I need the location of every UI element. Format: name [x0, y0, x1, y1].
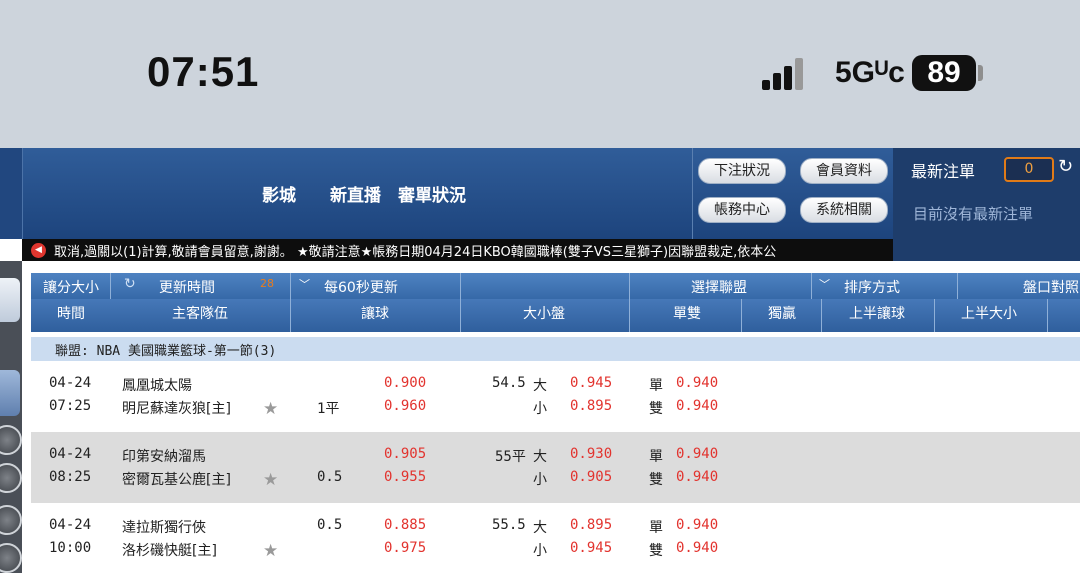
col-moneyline: 獨贏	[768, 306, 796, 322]
over-label: 大	[533, 449, 547, 465]
team-away: 鳳凰城太陽	[122, 378, 192, 394]
header-left-edge	[0, 148, 23, 239]
column-header-row: 時間 主客隊伍 讓球 大小盤 單雙 獨贏 上半讓球 上半大小	[31, 299, 1080, 332]
match-date: 04-24	[49, 375, 92, 391]
refresh-icon[interactable]: ↻	[1058, 156, 1073, 177]
col-over-under: 大小盤	[523, 306, 565, 322]
even-odds[interactable]: 0.940	[676, 469, 718, 485]
under-label: 小	[533, 472, 547, 488]
col-handicap: 讓球	[361, 306, 389, 322]
favorite-star-icon[interactable]: ★	[263, 470, 278, 490]
hdp-odds-home[interactable]: 0.975	[384, 540, 426, 556]
odd-odds[interactable]: 0.940	[676, 517, 718, 533]
over-label: 大	[533, 520, 547, 536]
handicap-ou-toggle[interactable]: 讓分大小	[43, 277, 99, 297]
hdp-line-home: 1平	[317, 401, 340, 417]
odd-label: 單	[649, 378, 663, 394]
team-away: 印第安納溜馬	[122, 449, 206, 465]
odds-type-select[interactable]: 盤口對照	[1023, 277, 1079, 297]
ou-line: 55平	[495, 449, 526, 465]
nav-live[interactable]: 新直播	[330, 181, 381, 206]
favorite-star-icon[interactable]: ★	[263, 399, 278, 419]
ou-line: 55.5	[492, 517, 526, 533]
hdp-odds-away[interactable]: 0.900	[384, 375, 426, 391]
over-odds[interactable]: 0.945	[570, 375, 612, 391]
over-odds[interactable]: 0.895	[570, 517, 612, 533]
status-time: 07:51	[147, 48, 260, 95]
battery-icon: 89	[912, 55, 976, 91]
signal-icon	[762, 58, 804, 90]
col-1h-handicap: 上半讓球	[849, 306, 905, 322]
under-label: 小	[533, 401, 547, 417]
match-time: 07:25	[49, 398, 92, 414]
bet-status-button[interactable]: 下注狀況	[698, 158, 786, 184]
odd-label: 單	[649, 520, 663, 536]
col-teams: 主客隊伍	[172, 306, 228, 322]
under-odds[interactable]: 0.905	[570, 469, 612, 485]
team-away: 達拉斯獨行俠	[122, 520, 206, 536]
account-center-button[interactable]: 帳務中心	[698, 197, 786, 223]
ou-line: 54.5	[492, 375, 526, 391]
system-button[interactable]: 系統相關	[800, 197, 888, 223]
sidebar-tab[interactable]	[0, 278, 20, 322]
even-label: 雙	[649, 401, 663, 417]
even-odds[interactable]: 0.940	[676, 540, 718, 556]
match-time: 10:00	[49, 540, 92, 556]
col-1h-over-under: 上半大小	[961, 306, 1017, 322]
even-label: 雙	[649, 543, 663, 559]
hdp-odds-home[interactable]: 0.955	[384, 469, 426, 485]
update-time-button[interactable]: 更新時間	[159, 277, 215, 297]
match-date: 04-24	[49, 517, 92, 533]
table-toolbar: 讓分大小 ↻ 更新時間 28 ﹀ 每60秒更新 選擇聯盟 ﹀ 排序方式 盤口對照	[31, 273, 1080, 299]
auto-update-select[interactable]: 每60秒更新	[324, 277, 398, 297]
table-row: 04-24 07:25 鳳凰城太陽 明尼蘇達灰狼[主] ★ 1平 0.900 0…	[31, 364, 1080, 435]
odd-label: 單	[649, 449, 663, 465]
even-odds[interactable]: 0.940	[676, 398, 718, 414]
nav-review[interactable]: 審單狀況	[398, 181, 466, 206]
match-time: 08:25	[49, 469, 92, 485]
under-label: 小	[533, 543, 547, 559]
countdown-label: 28	[260, 277, 274, 290]
even-label: 雙	[649, 472, 663, 488]
col-time: 時間	[57, 306, 85, 322]
select-league-button[interactable]: 選擇聯盟	[691, 277, 747, 297]
member-info-button[interactable]: 會員資料	[800, 158, 888, 184]
sort-select[interactable]: 排序方式	[844, 277, 900, 297]
league-title: 聯盟: NBA 美國職業籃球-第一節(3)	[55, 344, 277, 359]
refresh-icon[interactable]: ↻	[124, 276, 136, 292]
table-row: 04-24 10:00 達拉斯獨行俠 洛杉磯快艇[主] ★ 0.5 0.885 …	[31, 503, 1080, 573]
team-home: 密爾瓦基公鹿[主]	[122, 472, 231, 488]
ticker-text: 取消,過關以(1)計算,敬請會員留意,謝謝。 ★敬請注意★帳務日期04月24日K…	[54, 245, 777, 260]
over-odds[interactable]: 0.930	[570, 446, 612, 462]
col-odd-even: 單雙	[673, 306, 701, 322]
hdp-line-home: 0.5	[317, 469, 343, 485]
hdp-line-away: 0.5	[317, 517, 343, 533]
network-label: 5Gᵁc	[835, 56, 905, 89]
odd-odds[interactable]: 0.940	[676, 375, 718, 391]
chevron-down-icon[interactable]: ﹀	[299, 276, 310, 292]
team-home: 洛杉磯快艇[主]	[122, 543, 217, 559]
nav-theater[interactable]: 影城	[262, 181, 296, 206]
under-odds[interactable]: 0.945	[570, 540, 612, 556]
header-divider	[692, 148, 693, 239]
chevron-down-icon[interactable]: ﹀	[819, 276, 830, 292]
favorite-star-icon[interactable]: ★	[263, 541, 278, 561]
odd-odds[interactable]: 0.940	[676, 446, 718, 462]
latest-bets-count: 0	[1004, 157, 1054, 182]
under-odds[interactable]: 0.895	[570, 398, 612, 414]
sidebar-tab[interactable]	[0, 370, 20, 416]
latest-bets-empty: 目前沒有最新注單	[913, 205, 1034, 223]
announcement-icon: ◀	[31, 243, 46, 258]
over-label: 大	[533, 378, 547, 394]
hdp-odds-away[interactable]: 0.885	[384, 517, 426, 533]
table-row: 04-24 08:25 印第安納溜馬 密爾瓦基公鹿[主] ★ 0.5 0.905…	[31, 432, 1080, 503]
hdp-odds-away[interactable]: 0.905	[384, 446, 426, 462]
match-date: 04-24	[49, 446, 92, 462]
battery-tip-icon	[978, 65, 983, 81]
hdp-odds-home[interactable]: 0.960	[384, 398, 426, 414]
team-home: 明尼蘇達灰狼[主]	[122, 401, 231, 417]
latest-bets-title: 最新注單	[911, 162, 976, 181]
